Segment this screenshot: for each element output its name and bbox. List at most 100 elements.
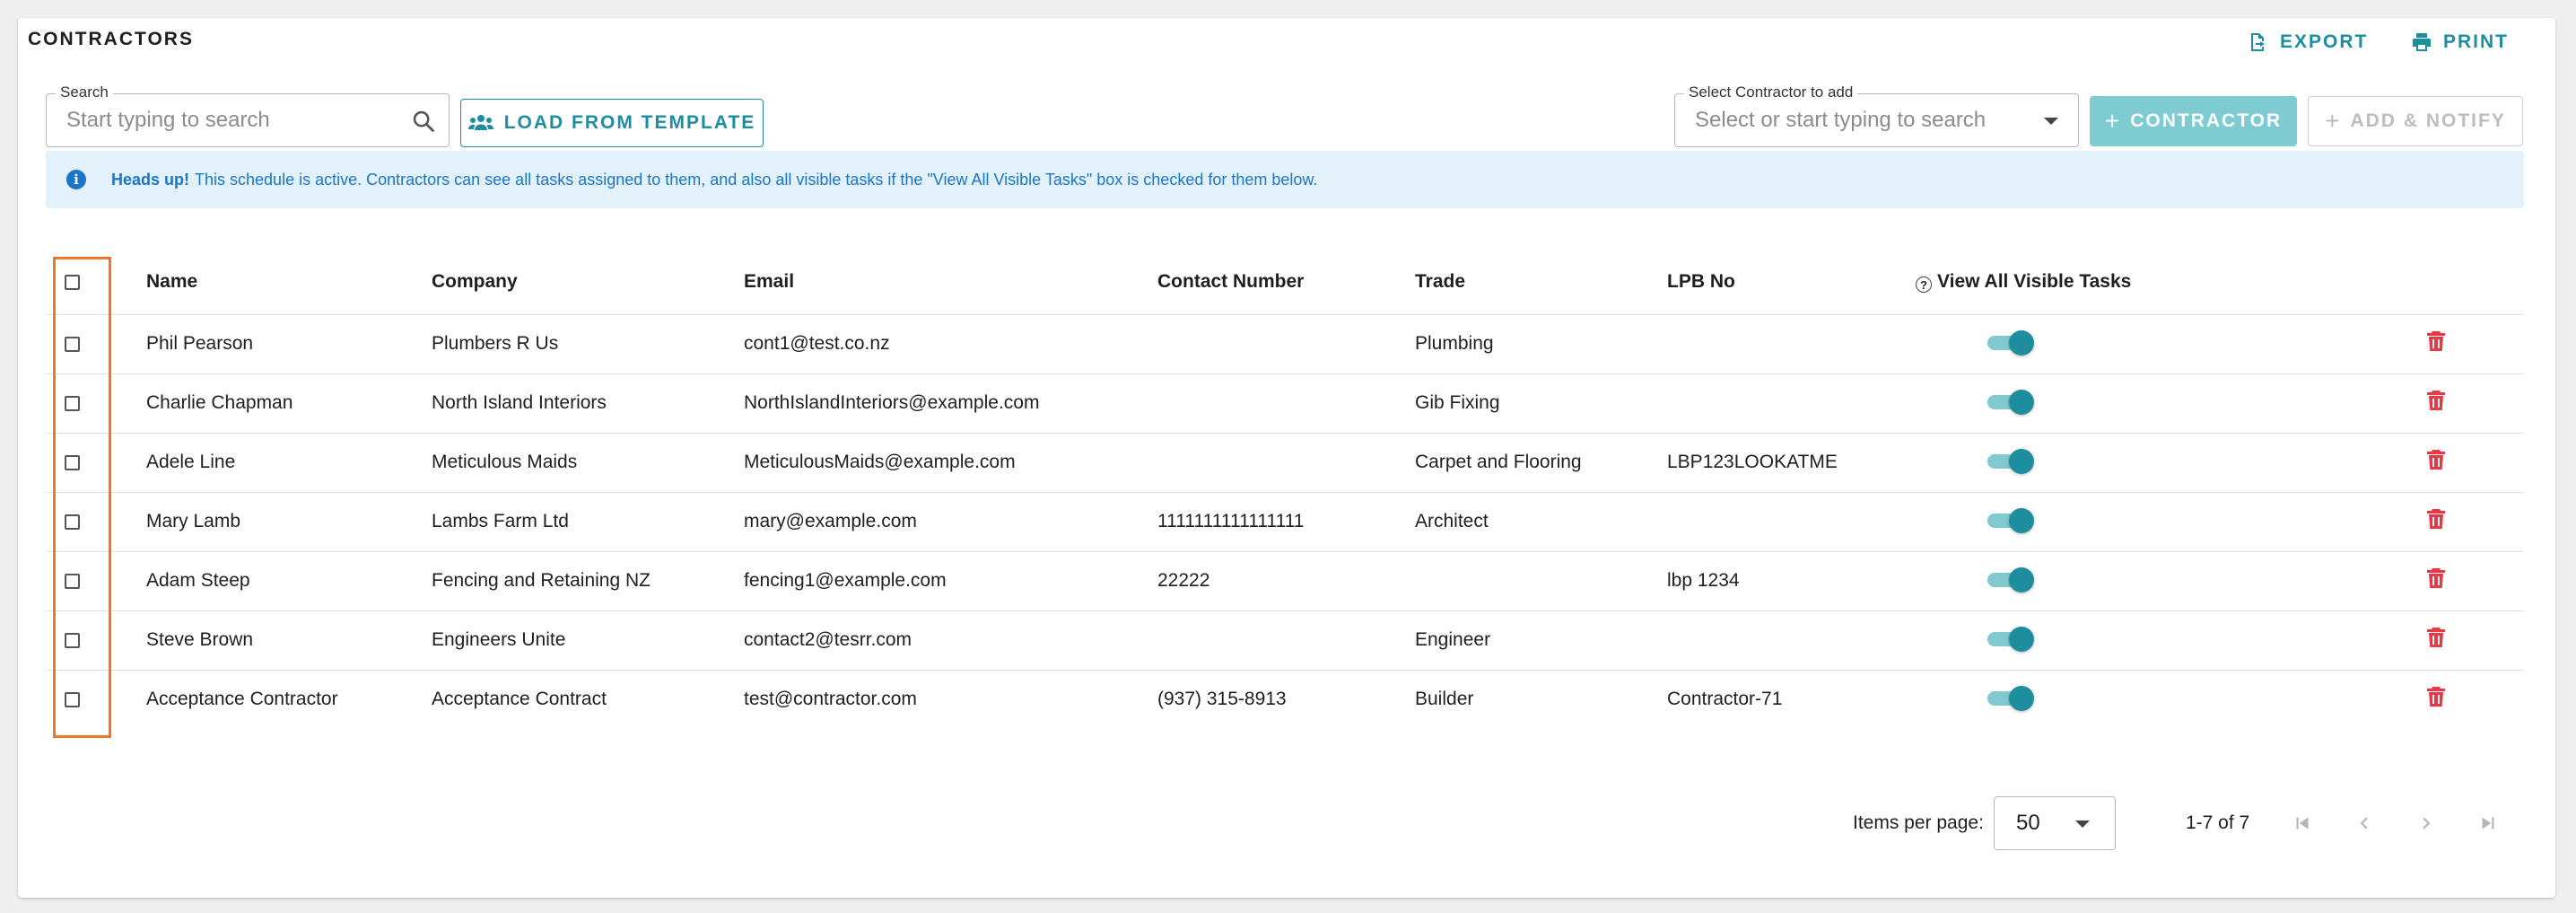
- items-per-page-value: 50: [2016, 811, 2040, 835]
- delete-row-button[interactable]: [2426, 449, 2446, 476]
- export-label: EXPORT: [2280, 31, 2369, 52]
- print-label: PRINT: [2443, 31, 2509, 52]
- search-input[interactable]: [66, 107, 398, 134]
- add-contractor-button[interactable]: + CONTRACTOR: [2090, 96, 2297, 146]
- chevron-down-icon[interactable]: [2044, 118, 2058, 125]
- cell-contact: [1157, 373, 1415, 433]
- cell-lpb: [1667, 313, 1916, 373]
- cell-lpb: [1667, 491, 1916, 551]
- column-header-trade[interactable]: Trade: [1415, 250, 1667, 314]
- add-notify-label: ADD & NOTIFY: [2350, 110, 2506, 131]
- cell-contact: [1157, 432, 1415, 492]
- trash-icon: [2427, 331, 2445, 351]
- select-all-checkbox[interactable]: [65, 274, 80, 290]
- trash-icon: [2427, 391, 2445, 410]
- last-page-button[interactable]: [2475, 810, 2502, 837]
- last-page-icon: [2482, 817, 2494, 830]
- search-field: Search: [46, 83, 450, 147]
- cell-trade: Carpet and Flooring: [1415, 432, 1667, 492]
- cell-name: Mary Lamb: [146, 491, 432, 551]
- cell-company: Engineers Unite: [432, 610, 744, 670]
- alert-message: This schedule is active. Contractors can…: [195, 170, 1318, 189]
- column-header-view-all-label: View All Visible Tasks: [1937, 270, 2132, 292]
- help-circle-icon[interactable]: ?: [1916, 277, 1932, 293]
- table-row: Charlie Chapman North Island Interiors Nor…: [46, 373, 2524, 433]
- page-title: CONTRACTORS: [28, 29, 194, 49]
- view-all-toggle[interactable]: [1987, 686, 2034, 712]
- table-row: Steve Brown Engineers Unite contact2@tesrr…: [46, 610, 2524, 670]
- row-checkbox[interactable]: [65, 395, 80, 411]
- contractor-select[interactable]: Select Contractor to add: [1674, 83, 2079, 147]
- delete-row-button[interactable]: [2426, 567, 2446, 594]
- row-checkbox[interactable]: [65, 632, 80, 648]
- chevron-right-icon: [2423, 817, 2431, 830]
- column-header-company[interactable]: Company: [432, 250, 744, 314]
- cell-lpb: [1667, 373, 1916, 433]
- delete-row-button[interactable]: [2426, 330, 2446, 357]
- delete-row-button[interactable]: [2426, 508, 2446, 535]
- view-all-toggle[interactable]: [1987, 567, 2034, 593]
- contractor-select-input[interactable]: [1695, 107, 2027, 134]
- row-checkbox[interactable]: [65, 454, 80, 470]
- plus-icon: +: [2104, 107, 2120, 135]
- add-contractor-label: CONTRACTOR: [2130, 110, 2283, 131]
- chevron-down-icon: [2075, 821, 2090, 828]
- cell-name: Charlie Chapman: [146, 373, 432, 433]
- print-button[interactable]: PRINT: [2411, 27, 2509, 57]
- cell-contact: (937) 315-8913: [1157, 669, 1415, 729]
- cell-company: Plumbers R Us: [432, 313, 744, 373]
- column-header-contact[interactable]: Contact Number: [1157, 250, 1415, 314]
- next-page-button[interactable]: [2413, 810, 2440, 837]
- alert-strong: Heads up!: [111, 170, 190, 189]
- view-all-toggle[interactable]: [1987, 390, 2034, 415]
- row-checkbox[interactable]: [65, 692, 80, 708]
- trash-icon: [2427, 509, 2445, 529]
- first-page-button[interactable]: [2289, 810, 2316, 837]
- cell-contact: [1157, 610, 1415, 670]
- cell-contact: 1111111111111111: [1157, 491, 1415, 551]
- row-checkbox[interactable]: [65, 573, 80, 589]
- table-row: Acceptance Contractor Acceptance Contract…: [46, 669, 2524, 729]
- column-header-name[interactable]: Name: [146, 250, 432, 314]
- cell-name: Adam Steep: [146, 550, 432, 610]
- cell-name: Steve Brown: [146, 610, 432, 670]
- delete-row-button[interactable]: [2426, 390, 2446, 417]
- items-per-page-label: Items per page:: [1853, 812, 1984, 833]
- cell-contact: 22222: [1157, 550, 1415, 610]
- row-checkbox[interactable]: [65, 336, 80, 352]
- cell-company: Lambs Farm Ltd: [432, 491, 744, 551]
- add-notify-button[interactable]: + ADD & NOTIFY: [2308, 96, 2523, 146]
- export-icon: [2251, 33, 2265, 51]
- column-header-view-all[interactable]: ? View All Visible Tasks: [1916, 250, 2409, 314]
- column-header-email[interactable]: Email: [744, 250, 1157, 314]
- items-per-page-select[interactable]: 50: [1994, 796, 2116, 850]
- view-all-toggle[interactable]: [1987, 330, 2034, 356]
- cell-email: contact2@tesrr.com: [744, 610, 1157, 670]
- view-all-toggle[interactable]: [1987, 508, 2034, 533]
- cell-email: MeticulousMaids@example.com: [744, 432, 1157, 492]
- table-row: Adele Line Meticulous Maids MeticulousMaid…: [46, 432, 2524, 492]
- delete-row-button[interactable]: [2426, 627, 2446, 654]
- row-checkbox[interactable]: [65, 514, 80, 530]
- cell-lpb: LBP123LOOKATME: [1667, 432, 1916, 492]
- delete-row-button[interactable]: [2426, 686, 2446, 713]
- cell-name: Adele Line: [146, 432, 432, 492]
- export-button[interactable]: EXPORT: [2248, 27, 2368, 57]
- search-icon[interactable]: [411, 109, 436, 134]
- info-icon: i: [66, 170, 86, 189]
- previous-page-button[interactable]: [2351, 810, 2378, 837]
- load-from-template-button[interactable]: LOAD FROM TEMPLATE: [460, 99, 764, 147]
- cell-email: mary@example.com: [744, 491, 1157, 551]
- contractors-table: Name Company Email Contact Number Trade …: [46, 250, 2524, 756]
- view-all-toggle[interactable]: [1987, 627, 2034, 652]
- trash-icon: [2427, 450, 2445, 470]
- load-from-template-label: LOAD FROM TEMPLATE: [503, 112, 756, 133]
- view-all-toggle[interactable]: [1987, 449, 2034, 474]
- cell-trade: Engineer: [1415, 610, 1667, 670]
- cell-lpb: Contractor-71: [1667, 669, 1916, 729]
- plus-icon: +: [2325, 107, 2340, 135]
- print-icon: [2413, 33, 2431, 51]
- contractor-select-label: Select Contractor to add: [1684, 83, 1858, 101]
- column-header-lpb[interactable]: LPB No: [1667, 250, 1916, 314]
- cell-name: Phil Pearson: [146, 313, 432, 373]
